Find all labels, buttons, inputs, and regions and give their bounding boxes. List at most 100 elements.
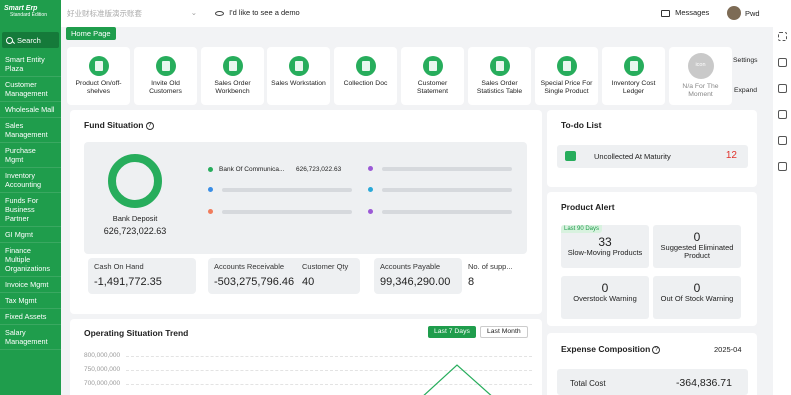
sidebar-item-tax-mgmt[interactable]: Tax Mgmt	[0, 293, 61, 309]
quick-item-inventory-cost-ledger[interactable]: Inventory Cost Ledger	[602, 47, 665, 105]
todo-item-uncollected[interactable]: Uncollected At Maturity 12	[557, 145, 748, 168]
username: Pwd	[745, 8, 760, 18]
sidebar-item-salary-management[interactable]: Salary Management	[0, 325, 61, 350]
demo-link[interactable]: I'd like to see a demo	[215, 8, 300, 17]
legend-bar	[222, 210, 352, 214]
stat-value: 99,346,290.00	[380, 276, 451, 288]
legend-bar	[222, 188, 352, 192]
sidebar-item-gi-mgmt[interactable]: GI Mgmt	[0, 227, 61, 243]
lightbulb-icon[interactable]	[777, 162, 787, 171]
fullscreen-icon[interactable]	[777, 32, 787, 41]
tab-bar: Home Page	[61, 27, 773, 42]
trend-title: Operating Situation Trend	[84, 328, 189, 338]
org-select-value: 好业财标准版演示账套	[67, 9, 142, 18]
messages-button[interactable]: Messages	[661, 8, 709, 17]
alert-title: Product Alert	[561, 202, 615, 212]
quick-item-sales-order-stats[interactable]: Sales Order Statistics Table	[468, 47, 531, 105]
legend-bank-value: 626,723,022.63	[296, 166, 342, 173]
search-icon	[6, 36, 13, 44]
last-7-days-button[interactable]: Last 7 Days	[428, 326, 476, 338]
stat-value: 40	[302, 276, 315, 288]
legend-placeholder	[208, 209, 219, 214]
sidebar-item-finance-multi-org[interactable]: Finance Multiple Organizations	[0, 243, 61, 277]
expense-title-text: Expense Composition	[561, 344, 651, 354]
alert-card-slow-moving[interactable]: Last 90 Days 33 Slow-Moving Products	[561, 225, 649, 268]
stat-label: Cash On Hand	[94, 262, 144, 271]
org-select[interactable]: 好业财标准版演示账套 ⌄	[67, 8, 197, 19]
quick-item-customer-statement[interactable]: Customer Statement	[401, 47, 464, 105]
sidebar-item-funds-business-partner[interactable]: Funds For Business Partner	[0, 193, 61, 227]
last-month-button[interactable]: Last Month	[480, 326, 528, 338]
alert-card-overstock[interactable]: 0 Overstock Warning	[561, 276, 649, 319]
quick-item-sales-order-workbench[interactable]: Sales Order Workbench	[201, 47, 264, 105]
quick-settings-link[interactable]: Settings	[733, 57, 758, 64]
alert-label: Overstock Warning	[573, 294, 637, 303]
bank-deposit-box: Bank Deposit 626,723,022.63 Bank Of Comm…	[84, 142, 527, 254]
fund-title: Fund Situation?	[84, 120, 154, 130]
ledger-icon	[623, 56, 644, 76]
sidebar-item-inventory-accounting[interactable]: Inventory Accounting	[0, 168, 61, 193]
quick-item-label: Invite Old Customers	[149, 80, 182, 95]
donut-chart	[108, 154, 162, 208]
quick-item-label: Sales Order Statistics Table	[476, 80, 523, 95]
fund-title-text: Fund Situation	[84, 120, 144, 130]
fund-situation-panel: Fund Situation? Bank Deposit 626,723,022…	[70, 110, 542, 314]
quick-item-label: Inventory Cost Ledger	[611, 80, 656, 95]
stat-accounts-payable[interactable]: Accounts Payable 99,346,290.00	[374, 258, 462, 294]
demo-label: I'd like to see a demo	[229, 8, 300, 17]
messages-label: Messages	[675, 8, 710, 17]
quick-item-collection-doc[interactable]: Collection Doc	[334, 47, 397, 105]
legend-placeholder	[368, 187, 379, 192]
sidebar-item-sales-management[interactable]: Sales Management	[0, 118, 61, 143]
legend-bank-name: Bank Of Communica...	[219, 166, 285, 173]
quick-expand-link[interactable]: Expand	[734, 87, 757, 94]
alert-card-out-of-stock[interactable]: 0 Out Of Stock Warning	[653, 276, 741, 319]
window-icon[interactable]	[777, 84, 787, 93]
store-icon	[222, 56, 243, 76]
quick-item-special-price[interactable]: Special Price For Single Product	[535, 47, 598, 105]
message-icon	[661, 9, 670, 17]
quick-item-invite-customers[interactable]: Invite Old Customers	[134, 47, 197, 105]
legend-placeholder	[368, 166, 379, 171]
sidebar-item-wholesale-mall[interactable]: Wholesale Mall	[0, 102, 61, 118]
chart-icon	[155, 56, 176, 76]
stat-cash-on-hand[interactable]: Cash On Hand -1,491,772.35	[88, 258, 196, 294]
stat-customer-qty[interactable]: Customer Qty 40	[296, 258, 364, 294]
top-bar: 好业财标准版演示账套 ⌄ I'd like to see a demo Mess…	[61, 0, 791, 27]
eye-icon	[215, 10, 224, 16]
alert-value: 33	[598, 235, 612, 249]
alert-card-suggested-eliminated[interactable]: 0 Suggested Eliminated Product	[653, 225, 741, 268]
sidebar-item-purchase-mgmt[interactable]: Purchase Mgmt	[0, 143, 61, 168]
share-icon[interactable]	[777, 136, 787, 145]
user-menu[interactable]: Pwd	[727, 6, 760, 20]
quick-item-sales-workstation[interactable]: Sales Workstation	[267, 47, 330, 105]
wallet-icon	[565, 151, 576, 161]
store-icon[interactable]	[777, 58, 787, 67]
expense-date[interactable]: 2025-04	[714, 345, 742, 354]
document-icon[interactable]	[777, 110, 787, 119]
sidebar-search-button[interactable]: Search	[2, 32, 59, 48]
expense-total-label: Total Cost	[570, 379, 606, 388]
tab-home-page[interactable]: Home Page	[66, 27, 116, 40]
sidebar-item-customer-management[interactable]: Customer Management	[0, 77, 61, 102]
avatar	[727, 6, 741, 20]
quick-item-na[interactable]: icon N/a For The Moment	[669, 47, 732, 105]
price-tag-icon	[556, 56, 577, 76]
help-icon[interactable]: ?	[145, 121, 154, 130]
help-icon[interactable]: ?	[652, 345, 661, 354]
stat-value: 8	[468, 276, 475, 288]
quick-item-label: Product On/off-shelves	[75, 80, 122, 95]
quick-item-label: Sales Workstation	[271, 80, 326, 87]
sidebar-item-fixed-assets[interactable]: Fixed Assets	[0, 309, 61, 325]
quick-item-product-shelves[interactable]: Product On/off-shelves	[67, 47, 130, 105]
y-tick-label: 800,000,000	[84, 352, 121, 359]
quick-item-label: N/a For The Moment	[682, 83, 719, 98]
placeholder-icon-text: icon	[695, 62, 706, 68]
sidebar-item-invoice-mgmt[interactable]: Invoice Mgmt	[0, 277, 61, 293]
logo-title: Smart Erp	[4, 5, 38, 12]
todo-title: To-do List	[561, 120, 602, 130]
sidebar-item-smart-entity-plaza[interactable]: Smart Entity Plaza	[0, 52, 61, 77]
alert-label: Suggested Eliminated Product	[660, 243, 734, 260]
logo[interactable]: Smart Erp Standard Edition	[0, 0, 61, 30]
stat-no-of-suppliers[interactable]: No. of supp... 8	[462, 258, 526, 294]
